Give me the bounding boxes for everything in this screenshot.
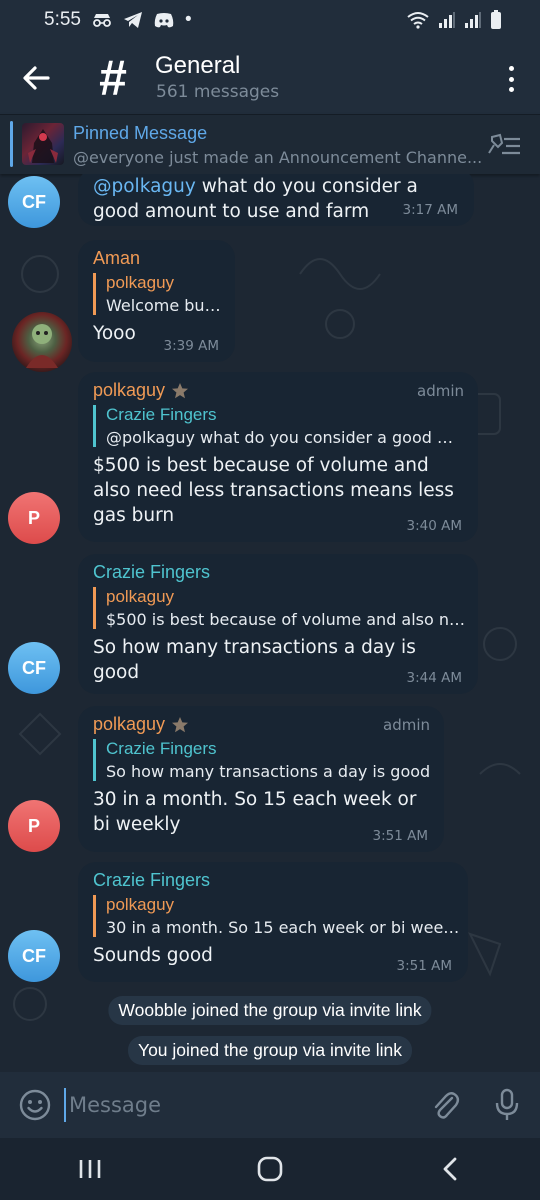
system-back-button[interactable] (420, 1149, 480, 1189)
message-list[interactable]: @polkaguy what do you consider a good am… (0, 174, 540, 1072)
reply-text: So how many transactions a day is good (106, 762, 431, 781)
sender-name[interactable]: polkaguy (93, 380, 464, 401)
home-button[interactable] (240, 1149, 300, 1189)
smiley-icon (19, 1089, 51, 1121)
sender-name[interactable]: Crazie Fingers (93, 870, 454, 891)
battery-icon (490, 10, 502, 30)
reply-quote[interactable]: polkaguy $500 is best because of volume … (93, 587, 466, 629)
recent-apps-icon (79, 1160, 101, 1178)
message-time: 3:51 AM (372, 828, 429, 844)
group-avatar[interactable]: # (90, 50, 136, 106)
message-time: 3:40 AM (406, 518, 463, 534)
message-bubble[interactable]: Aman polkaguy Welcome buddy Yooo 3:39 AM (78, 240, 235, 362)
admin-badge: admin (383, 716, 430, 734)
discord-icon (153, 12, 175, 28)
star-icon (172, 382, 189, 398)
pinned-thumbnail (22, 123, 64, 165)
home-icon (257, 1156, 283, 1182)
message-count: 561 messages (156, 82, 280, 102)
voice-record-button[interactable] (492, 1088, 522, 1122)
message-bubble[interactable]: @polkaguy what do you consider a good am… (78, 174, 474, 226)
message-bubble[interactable]: Crazie Fingers polkaguy 30 in a month. S… (78, 862, 468, 982)
telegram-icon (123, 11, 143, 29)
signal-icon-2 (464, 11, 482, 29)
pin-list-icon (488, 133, 520, 155)
message-text: $500 is best because of volume and also … (93, 455, 454, 526)
avatar[interactable]: CF (8, 642, 60, 694)
pinned-list-button[interactable] (488, 131, 522, 159)
chat-header: # General 561 messages (0, 40, 540, 114)
message-input[interactable] (64, 1088, 394, 1122)
sender-name[interactable]: Crazie Fingers (93, 562, 464, 583)
reply-quote[interactable]: polkaguy 30 in a month. So 15 each week … (93, 895, 466, 937)
back-button[interactable] (20, 62, 52, 94)
reply-quote[interactable]: polkaguy Welcome buddy (93, 273, 221, 315)
reply-quote[interactable]: Crazie Fingers So how many transactions … (93, 739, 430, 781)
hash-icon: # (99, 50, 127, 106)
reply-text: $500 is best because of volume and also … (106, 610, 466, 629)
arrow-left-icon (23, 66, 50, 90)
status-time: 5:55 (44, 9, 81, 30)
avatar-image (26, 324, 58, 368)
status-dot: • (184, 9, 192, 30)
star-icon (172, 716, 189, 732)
message-time: 3:17 AM (402, 202, 459, 218)
pinned-title: Pinned Message (73, 123, 208, 143)
message-bubble[interactable]: polkaguy admin Crazie Fingers @polkaguy … (78, 372, 478, 542)
incognito-icon (91, 12, 113, 28)
avatar[interactable]: P (8, 492, 60, 544)
wifi-icon (406, 11, 430, 29)
message-time: 3:39 AM (163, 338, 220, 354)
status-left: 5:55 • (44, 9, 192, 31)
reply-text: 30 in a month. So 15 each week or bi wee… (106, 918, 466, 937)
status-bar: 5:55 • (0, 0, 540, 40)
message-composer (0, 1072, 540, 1138)
chevron-left-icon (443, 1157, 457, 1181)
avatar[interactable]: P (8, 800, 60, 852)
reply-text: Welcome buddy (106, 296, 221, 315)
reply-quote[interactable]: Crazie Fingers @polkaguy what do you con… (93, 405, 464, 447)
message-bubble[interactable]: Crazie Fingers polkaguy $500 is best bec… (78, 554, 478, 694)
emoji-button[interactable] (18, 1088, 52, 1122)
reply-author: Crazie Fingers (106, 739, 217, 758)
avatar[interactable]: CF (8, 176, 60, 228)
service-message: Woobble joined the group via invite link (108, 996, 432, 1025)
pinned-indicator (10, 121, 13, 167)
message-time: 3:44 AM (406, 670, 463, 686)
microphone-icon (495, 1088, 519, 1120)
message-bubble[interactable]: polkaguy admin Crazie Fingers So how man… (78, 706, 444, 852)
page-title[interactable]: General (155, 52, 240, 80)
avatar[interactable] (12, 312, 72, 372)
pinned-message-bar[interactable]: Pinned Message @everyone just made an An… (0, 114, 540, 174)
pinned-text: @everyone just made an Announcement Chan… (73, 148, 483, 167)
system-navigation-bar (0, 1138, 540, 1200)
admin-badge: admin (417, 382, 464, 400)
mention-link[interactable]: @polkaguy (93, 176, 196, 197)
service-message: You joined the group via invite link (128, 1036, 412, 1065)
attach-button[interactable] (428, 1088, 462, 1122)
signal-icon-1 (438, 11, 456, 29)
sender-name[interactable]: polkaguy (93, 714, 430, 735)
status-right (406, 10, 502, 30)
avatar[interactable]: CF (8, 930, 60, 982)
more-menu-button[interactable] (504, 64, 518, 94)
reply-author: polkaguy (106, 895, 175, 914)
reply-text: @polkaguy what do you consider a good am… (106, 428, 456, 447)
more-vertical-icon (508, 66, 514, 71)
paperclip-icon (434, 1092, 460, 1119)
reply-author: polkaguy (106, 273, 175, 292)
recent-apps-button[interactable] (60, 1149, 120, 1189)
reply-author: Crazie Fingers (106, 405, 217, 424)
reply-author: polkaguy (106, 587, 175, 606)
message-time: 3:51 AM (396, 958, 453, 974)
sender-name[interactable]: Aman (93, 248, 221, 269)
